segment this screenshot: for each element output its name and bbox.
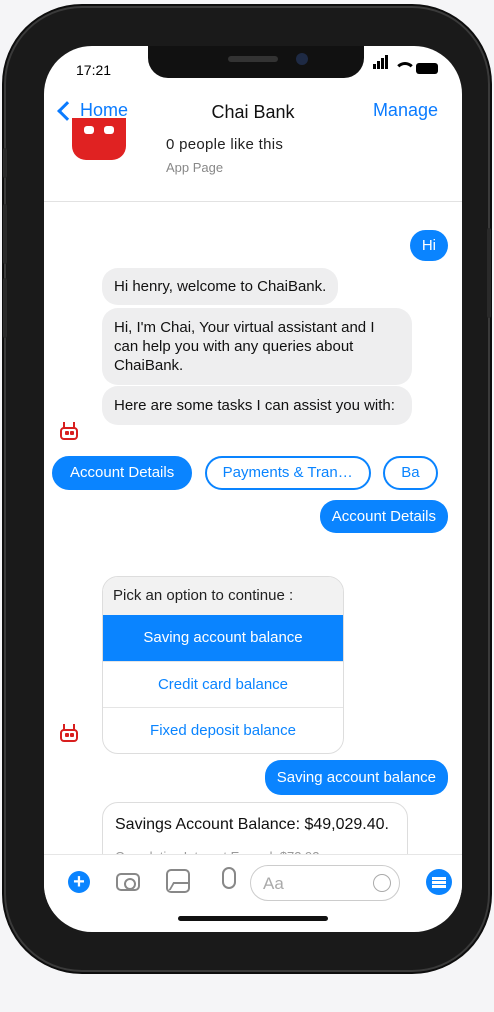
user-message-saving: Saving account balance (264, 760, 448, 795)
camera-icon[interactable] (116, 873, 140, 891)
bot-avatar-icon (58, 422, 80, 442)
option-credit-card-balance[interactable]: Credit card balance (103, 661, 343, 707)
composer-bar: + Aa (44, 854, 462, 914)
page-info-header: 0 people like this App Page (44, 118, 462, 202)
bot-avatar-icon (58, 724, 80, 744)
quick-reply-more[interactable]: Ba (383, 456, 438, 490)
notch (148, 46, 364, 78)
battery-icon (416, 63, 438, 74)
quick-reply-account-details[interactable]: Account Details (52, 456, 193, 490)
wifi-icon (394, 62, 416, 74)
microphone-icon[interactable] (222, 867, 236, 889)
image-icon[interactable] (166, 869, 190, 893)
balance-title: Savings Account Balance: $49,029.40. (115, 816, 389, 833)
bot-message-intro: Hi, I'm Chai, Your virtual assistant and… (102, 308, 412, 385)
quick-replies: Account Details Payments & Tran… Ba (52, 456, 462, 490)
bot-message-welcome: Hi henry, welcome to ChaiBank. (102, 268, 339, 305)
plus-icon[interactable]: + (68, 871, 90, 893)
message-placeholder: Aa (263, 874, 284, 893)
user-message-account-details: Account Details (319, 500, 448, 533)
chaibank-logo (72, 118, 126, 160)
message-input[interactable]: Aa (250, 865, 400, 901)
status-icons (372, 55, 438, 74)
option-fixed-deposit-balance[interactable]: Fixed deposit balance (103, 707, 343, 753)
options-title: Pick an option to continue : (103, 577, 343, 615)
status-time: 17:21 (76, 62, 112, 78)
page-likes: 0 people like this (166, 136, 284, 153)
emoji-icon[interactable] (373, 874, 391, 892)
bot-message-tasks: Here are some tasks I can assist you wit… (102, 386, 412, 425)
option-saving-balance[interactable]: Saving account balance (103, 615, 343, 661)
quick-reply-payments[interactable]: Payments & Tran… (204, 456, 371, 490)
menu-icon[interactable] (426, 869, 452, 895)
chat-thread[interactable]: Hi Hi henry, welcome to ChaiBank. Hi, I'… (44, 206, 462, 912)
manage-button[interactable]: Manage (373, 100, 438, 121)
options-card: Pick an option to continue : Saving acco… (102, 576, 344, 754)
signal-icon (372, 55, 388, 74)
phone-frame: 17:21 Home Chai Bank Manage 0 people lik… (3, 8, 491, 970)
page-type: App Page (166, 160, 224, 175)
home-indicator[interactable] (178, 916, 328, 921)
screen: 17:21 Home Chai Bank Manage 0 people lik… (44, 46, 462, 932)
user-message-hi: Hi (409, 230, 448, 261)
